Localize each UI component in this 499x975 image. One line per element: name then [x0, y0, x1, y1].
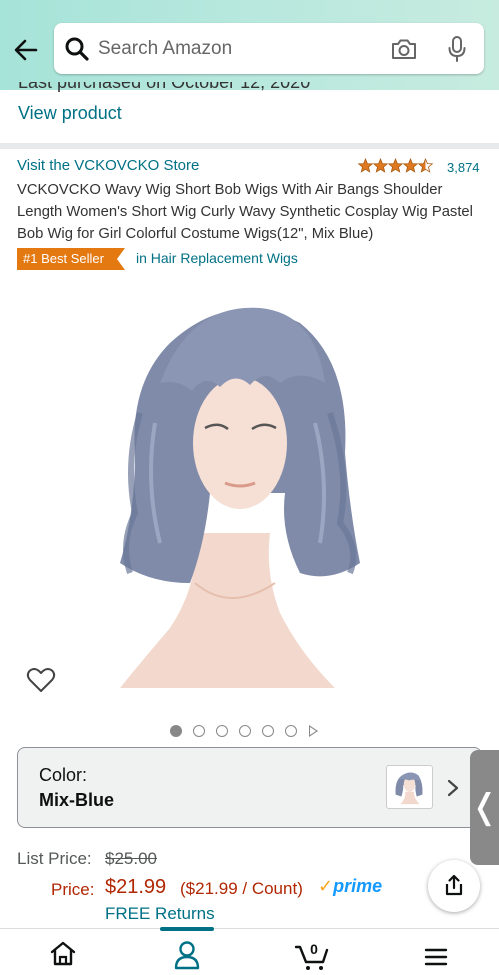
- color-thumbnail: [386, 765, 433, 809]
- carousel-dot[interactable]: [285, 725, 297, 737]
- color-value: Mix-Blue: [39, 790, 115, 810]
- camera-icon[interactable]: [390, 36, 418, 62]
- search-icon: [65, 37, 89, 61]
- microphone-icon[interactable]: [446, 34, 468, 64]
- share-icon: [445, 874, 463, 896]
- nav-menu[interactable]: [406, 929, 466, 975]
- hamburger-menu-icon: [424, 948, 448, 966]
- share-button[interactable]: [428, 860, 480, 912]
- rating-stars-icon[interactable]: [358, 158, 434, 174]
- cart-count: 0: [310, 941, 318, 957]
- image-carousel-dots: [170, 724, 318, 738]
- account-icon: [174, 941, 200, 970]
- price-value: $21.99: [105, 876, 167, 898]
- bottom-navigation: 0: [0, 927, 499, 975]
- color-label: Color:: [39, 765, 88, 785]
- color-selector[interactable]: Color: Mix-Blue: [17, 747, 482, 828]
- best-seller-badge: #1 Best Seller: [17, 248, 117, 270]
- nav-account[interactable]: [157, 929, 217, 975]
- best-seller-category-link[interactable]: in Hair Replacement Wigs: [136, 250, 298, 266]
- free-returns-link[interactable]: FREE Returns: [105, 904, 215, 924]
- prime-badge: ✓prime: [318, 876, 382, 897]
- section-divider: [0, 143, 499, 149]
- unit-price: ($21.99 / Count): [180, 879, 303, 898]
- rating-count[interactable]: 3,874: [447, 160, 480, 175]
- search-bar[interactable]: [54, 23, 484, 74]
- nav-cart[interactable]: 0: [282, 929, 342, 975]
- nav-home[interactable]: [33, 929, 93, 975]
- carousel-dot[interactable]: [170, 725, 182, 737]
- price-label: Price:: [51, 880, 95, 899]
- search-input[interactable]: [98, 23, 388, 74]
- list-price-label: List Price:: [17, 849, 92, 868]
- carousel-dot[interactable]: [262, 725, 274, 737]
- top-header: [0, 0, 499, 90]
- carousel-dot[interactable]: [193, 725, 205, 737]
- prime-check-icon: ✓: [318, 876, 334, 896]
- badge-tail: [117, 248, 125, 270]
- store-link[interactable]: Visit the VCKOVCKO Store: [17, 157, 199, 174]
- side-panel-tab[interactable]: ❬: [470, 750, 499, 865]
- product-title: VCKOVCKO Wavy Wig Short Bob Wigs With Ai…: [17, 182, 473, 242]
- list-price-value: $25.00: [105, 849, 157, 868]
- chevron-right-icon: [447, 779, 459, 797]
- wishlist-heart-icon[interactable]: [26, 666, 56, 694]
- product-image[interactable]: [100, 283, 400, 708]
- carousel-dot[interactable]: [239, 725, 251, 737]
- view-product-link[interactable]: View product: [18, 103, 122, 124]
- prime-label: prime: [333, 876, 383, 896]
- back-arrow-icon[interactable]: [10, 34, 42, 66]
- home-icon: [50, 941, 76, 966]
- carousel-dot[interactable]: [216, 725, 228, 737]
- video-play-icon[interactable]: [309, 725, 318, 737]
